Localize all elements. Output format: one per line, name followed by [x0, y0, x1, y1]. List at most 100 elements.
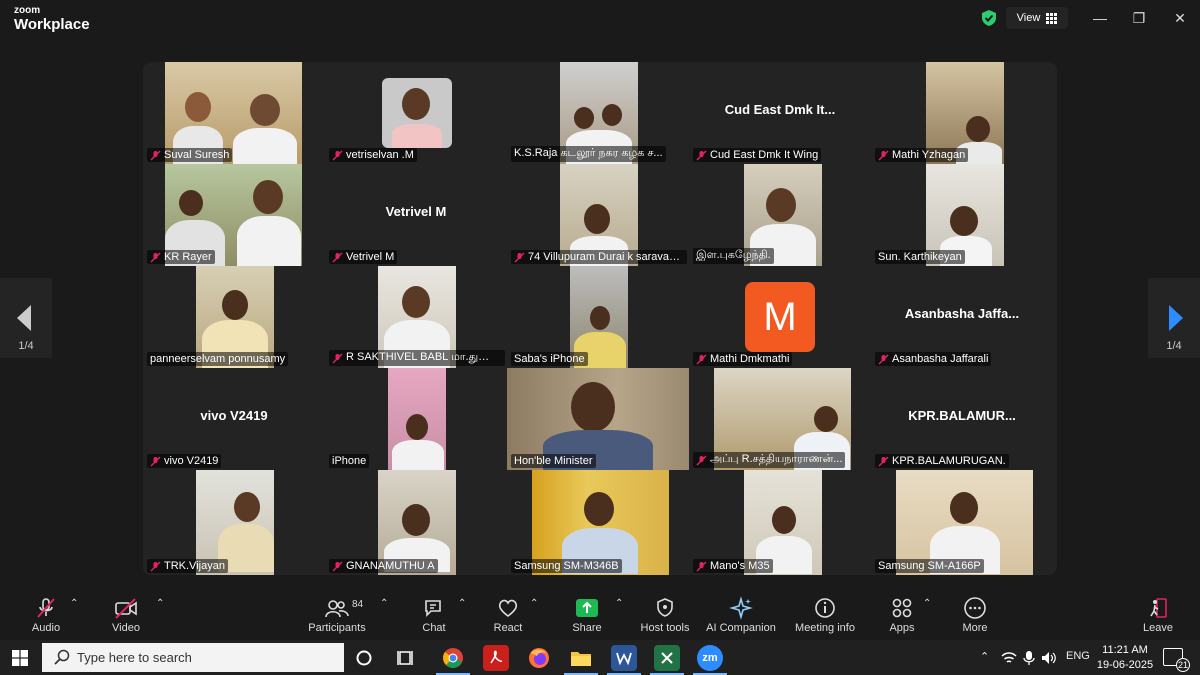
taskbar-search-box[interactable]: Type here to search: [42, 643, 344, 672]
participant-tile[interactable]: Saba's iPhone: [507, 266, 689, 368]
mic-muted-icon: [878, 456, 889, 466]
input-language[interactable]: ENG: [1066, 650, 1090, 662]
participant-tile[interactable]: Suval Suresh: [143, 62, 325, 164]
word-icon[interactable]: [611, 645, 637, 671]
clock-time: 11:21 AM: [1102, 644, 1148, 656]
view-button[interactable]: View: [1006, 7, 1068, 29]
video-button[interactable]: Video: [90, 596, 162, 634]
participant-name: Vetrivel M: [346, 251, 395, 263]
participant-tile[interactable]: Samsung SM-M346B: [507, 470, 689, 575]
host-tools-button[interactable]: Host tools: [629, 596, 701, 634]
participants-caret-icon[interactable]: ⌃: [380, 598, 388, 609]
ai-companion-label: AI Companion: [706, 622, 776, 634]
participant-name: KR Rayer: [164, 251, 212, 263]
participant-tile[interactable]: GNANAMUTHU A: [325, 470, 507, 575]
brand-bottom: Workplace: [14, 16, 90, 33]
minimize-icon[interactable]: —: [1090, 8, 1110, 28]
mic-muted-icon: [514, 252, 525, 262]
participant-tile[interactable]: R SAKTHIVEL BABL மா.துணை: [325, 266, 507, 368]
more-label: More: [962, 622, 988, 634]
participant-name: R SAKTHIVEL BABL மா.துணை: [346, 351, 502, 363]
participant-tile[interactable]: 74 Villupuram Durai k saravan...: [507, 164, 689, 266]
chevron-left-icon: [17, 305, 31, 331]
video-off-icon: [115, 598, 137, 619]
chevron-up-icon[interactable]: ⌃: [980, 650, 989, 663]
acrobat-icon[interactable]: [483, 645, 509, 671]
participant-name: vivo V2419: [164, 455, 219, 467]
participant-tile[interactable]: panneerselvam ponnusamy: [143, 266, 325, 368]
react-caret-icon[interactable]: ⌃: [530, 598, 538, 609]
volume-icon[interactable]: [1041, 650, 1057, 666]
participant-tile[interactable]: TRK.Vijayan: [143, 470, 325, 575]
page-indicator-right: 1/4: [1166, 340, 1182, 352]
notification-center-icon[interactable]: 21: [1163, 648, 1190, 672]
participant-name: 74 Villupuram Durai k saravan...: [528, 251, 684, 263]
clock-date: 19-06-2025: [1096, 659, 1154, 671]
participant-tile[interactable]: KR Rayer: [143, 164, 325, 266]
shield-icon: [657, 598, 673, 617]
participant-tile-active-speaker[interactable]: Hon'ble Minister: [507, 368, 689, 470]
mic-muted-icon: [332, 561, 343, 571]
close-icon[interactable]: ✕: [1170, 8, 1190, 28]
more-button[interactable]: More: [939, 596, 1011, 634]
participant-name-tag: vivo V2419: [147, 454, 222, 468]
system-clock[interactable]: 11:21 AM 19-06-2025: [1095, 643, 1155, 673]
cortana-icon[interactable]: [355, 649, 373, 667]
participant-tile[interactable]: Samsung SM-A166P: [871, 470, 1053, 575]
participant-tile[interactable]: Mathi Yzhagan: [871, 62, 1053, 164]
meeting-info-button[interactable]: Meeting info: [788, 596, 862, 634]
participant-name-tag: Mathi Yzhagan: [875, 148, 969, 162]
zoom-app-icon[interactable]: zm: [697, 645, 723, 671]
participant-tile[interactable]: iPhone: [325, 368, 507, 470]
apps-caret-icon[interactable]: ⌃: [923, 598, 931, 609]
participant-display-name: Cud East Dmk It...: [724, 102, 836, 117]
firefox-icon[interactable]: [526, 645, 552, 671]
participant-tile[interactable]: Cud East Dmk It... Cud East Dmk It Wing: [689, 62, 871, 164]
share-caret-icon[interactable]: ⌃: [615, 598, 623, 609]
task-view-icon[interactable]: [397, 649, 417, 667]
participant-name-tag: KR Rayer: [147, 250, 215, 264]
mic-muted-icon: [150, 561, 161, 571]
participant-name-tag: Mano's M35: [693, 559, 773, 573]
wifi-icon[interactable]: [1001, 651, 1017, 665]
mic-muted-icon: [332, 353, 343, 363]
microphone-icon[interactable]: [1023, 650, 1035, 666]
participant-name: K.S.Raja கடலூர் நகர கழக ச...: [514, 147, 663, 159]
prev-page-button[interactable]: 1/4: [0, 278, 52, 358]
participant-name-tag: Mathi Dmkmathi: [693, 352, 793, 366]
mic-muted-icon: [150, 150, 161, 160]
ai-companion-button[interactable]: AI Companion: [700, 596, 782, 634]
restore-icon[interactable]: ❐: [1129, 8, 1149, 28]
file-explorer-icon[interactable]: [568, 645, 594, 671]
excel-icon[interactable]: [654, 645, 680, 671]
participant-tile[interactable]: இள.புகழேந்தி.: [689, 164, 871, 266]
participant-name-tag: Saba's iPhone: [511, 352, 588, 366]
participant-tile[interactable]: K.S.Raja கடலூர் நகர கழக ச...: [507, 62, 689, 164]
leave-icon: [1150, 598, 1167, 618]
participant-name-tag: Hon'ble Minister: [511, 454, 596, 468]
participant-name: iPhone: [332, 455, 367, 467]
participant-tile[interactable]: Asanbasha Jaffa... Asanbasha Jaffarali: [871, 266, 1053, 368]
audio-options-caret-icon[interactable]: ⌃: [70, 598, 78, 609]
participant-tile[interactable]: KPR.BALAMUR... KPR.BALAMURUGAN.: [871, 368, 1053, 470]
participant-tile[interactable]: vivo V2419 vivo V2419: [143, 368, 325, 470]
audio-label: Audio: [31, 622, 61, 634]
video-options-caret-icon[interactable]: ⌃: [156, 598, 164, 609]
participant-tile[interactable]: M Mathi Dmkmathi: [689, 266, 871, 368]
participant-name-tag: R SAKTHIVEL BABL மா.துணை: [329, 350, 505, 366]
chrome-icon[interactable]: [440, 645, 466, 671]
video-label: Video: [112, 622, 140, 634]
participant-name-tag: Asanbasha Jaffarali: [875, 352, 992, 366]
participant-tile[interactable]: Mano's M35: [689, 470, 871, 575]
participant-tile[interactable]: அப்பு R.சத்தியநாராணன்...: [689, 368, 871, 470]
chat-caret-icon[interactable]: ⌃: [458, 598, 466, 609]
mic-muted-icon: [696, 455, 707, 465]
leave-button[interactable]: Leave: [1122, 596, 1194, 634]
share-button[interactable]: Share: [551, 596, 623, 634]
participant-tile[interactable]: Sun. Karthikeyan: [871, 164, 1053, 266]
participant-tile[interactable]: Vetrivel M Vetrivel M: [325, 164, 507, 266]
next-page-button[interactable]: 1/4: [1148, 278, 1200, 358]
shield-check-icon[interactable]: [980, 9, 998, 27]
windows-start-icon[interactable]: [12, 650, 28, 666]
participant-tile[interactable]: vetriselvan .M: [325, 62, 507, 164]
